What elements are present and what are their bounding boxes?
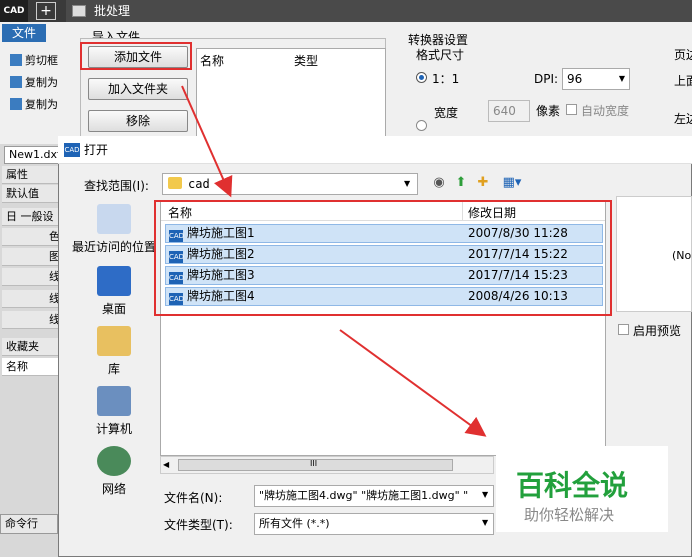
watermark-main: 百科全说	[516, 469, 629, 502]
watermark-sub: 助你轻松解决	[524, 506, 615, 524]
